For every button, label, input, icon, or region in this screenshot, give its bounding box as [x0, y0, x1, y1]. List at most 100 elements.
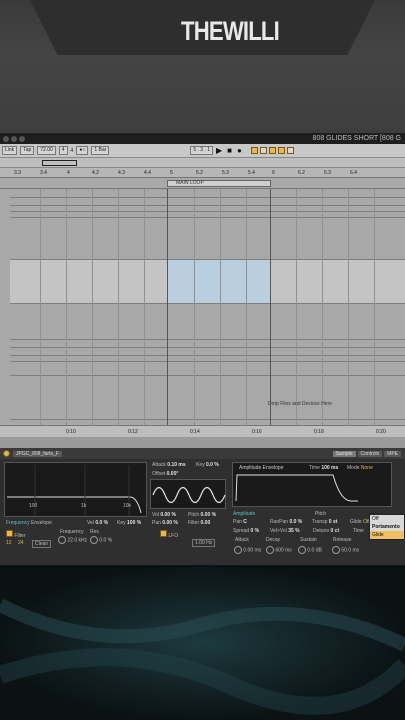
control-bar: Link Tap 72.00 4 4 ●○ 1 Bar 5 . 3 . 1 ▶ … [0, 144, 405, 158]
osc-key[interactable]: Key 0.0 % [196, 462, 219, 468]
amp-pan[interactable]: Pan C [233, 519, 247, 525]
simpler-device: JPGC_808_farts_F Sample Controls MPE 100… [0, 448, 405, 565]
metronome-button[interactable]: ●○ [76, 146, 89, 155]
attack-knob[interactable]: 0.00 ms [234, 546, 261, 554]
glide-mode-menu[interactable]: Off Portamento Glide [369, 514, 405, 540]
time-tick: 0:12 [128, 429, 138, 435]
amp-attack[interactable]: Attack [235, 537, 249, 543]
osc-filter[interactable]: Filter 0.00 [188, 520, 210, 526]
filter-vel[interactable]: Vel 0.0 % [87, 520, 108, 526]
record-icon[interactable]: ● [237, 146, 242, 155]
amp-detune[interactable]: Detune 0 ct [313, 528, 339, 534]
draw-mode-button[interactable] [277, 147, 285, 154]
ruler-tick: 4.3 [118, 170, 125, 176]
amp-decay[interactable]: Decay [266, 537, 280, 543]
amp-transp[interactable]: Transp 0 st [312, 519, 337, 525]
filter-key[interactable]: Key 100 % [117, 520, 141, 526]
time-tick: 0:16 [252, 429, 262, 435]
punch-in-button[interactable] [268, 147, 276, 154]
play-icon[interactable]: ▶ [216, 146, 222, 155]
osc-pan[interactable]: Pan 0.00 % [152, 520, 178, 526]
amp-mode[interactable]: Mode None [347, 465, 373, 471]
ruler-tick: 6.3 [324, 170, 331, 176]
tap-button[interactable]: Tap [20, 146, 35, 155]
amp-glide[interactable]: Glide Off [350, 519, 370, 525]
amp-sustain[interactable]: Sustain [300, 537, 317, 543]
time-tick: 0:10 [66, 429, 76, 435]
follow-button[interactable] [286, 147, 294, 154]
ruler-tick: 5.2 [196, 170, 203, 176]
ruler-tick: 5.4 [248, 170, 255, 176]
time-tick: 0:14 [190, 429, 200, 435]
osc-offset[interactable]: Offset 0.00° [152, 471, 178, 477]
top-banner: THEWILLI [0, 0, 405, 135]
device-power-button[interactable] [3, 450, 10, 457]
ruler-tick: 4 [67, 170, 70, 176]
abstract-background [0, 565, 405, 720]
lfo-display[interactable] [150, 479, 226, 509]
amp-time[interactable]: Time 100 ms [309, 465, 338, 471]
osc-pitch[interactable]: Pitch 0.00 % [188, 512, 216, 518]
automation-arm-button[interactable] [250, 147, 258, 154]
lfo-rate[interactable]: 1.00 Hz [192, 539, 216, 547]
stop-icon[interactable]: ■ [227, 146, 232, 155]
overview-window[interactable] [42, 160, 77, 166]
ruler-tick: 5 [170, 170, 173, 176]
title-bar: 808 GLIDES SHORT [808 G [0, 133, 405, 144]
ruler-tick: 4.4 [144, 170, 151, 176]
ruler-tick: 3.4 [40, 170, 47, 176]
amp-pitch-toggle[interactable]: Pitch [315, 511, 326, 517]
glide-option-portamento[interactable]: Portamento [370, 523, 404, 531]
ruler-tick: 4.2 [92, 170, 99, 176]
time-ruler[interactable]: 0:10 0:12 0:14 0:16 0:18 0:20 [0, 425, 405, 437]
slope-24-button[interactable]: 24 [18, 540, 24, 546]
frequency-label: Frequency [60, 529, 84, 535]
link-button[interactable]: Link [2, 146, 18, 155]
osc-attack[interactable]: Attack 0.10 ms [152, 462, 186, 468]
beat-ruler[interactable]: 3.3 3.4 4 4.2 4.3 4.4 5 5.2 5.3 5.4 6 6.… [0, 168, 405, 178]
amp-release[interactable]: Release [333, 537, 351, 543]
loop-region[interactable]: MAIN LOOP [167, 180, 271, 187]
ruler-tick: 6 [272, 170, 275, 176]
tab-controls[interactable]: Controls [357, 450, 383, 457]
osc-vol[interactable]: Vol 0.00 % [152, 512, 176, 518]
amp-velvol[interactable]: Vel>Vol 35 % [270, 528, 300, 534]
decay-knob[interactable]: 600 ms [266, 546, 292, 554]
background-video [0, 565, 405, 720]
song-position[interactable]: 5 . 3 . 1 [190, 146, 214, 155]
slope-12-button[interactable]: 12 [6, 540, 12, 546]
release-knob[interactable]: 50.0 ms [332, 546, 359, 554]
amp-spread[interactable]: Spread 0 % [233, 528, 259, 534]
glide-option-off[interactable]: Off [370, 515, 404, 523]
amp-time2[interactable]: Time [353, 528, 364, 534]
amp-envelope-display[interactable]: Amplitude Envelope Time 100 ms Mode None [232, 462, 392, 507]
signature-numerator[interactable]: 4 [58, 146, 68, 155]
arrangement-grid[interactable]: Drop Files and Devices Here [0, 189, 405, 425]
quantize-select[interactable]: 1 Bar [91, 146, 110, 155]
amp-ranpan[interactable]: RanPan 0.0 % [270, 519, 302, 525]
signature-denominator[interactable]: 4 [71, 148, 74, 154]
filter-curve [7, 465, 142, 516]
time-tick: 0:20 [376, 429, 386, 435]
channel-logo: THEWILLI [181, 16, 280, 46]
filter-type-select[interactable]: Clean [32, 540, 52, 548]
lfo-toggle[interactable]: LFO [160, 530, 178, 539]
time-tick: 0:18 [314, 429, 324, 435]
amp-amplitude-toggle[interactable]: Amplitude [233, 511, 255, 517]
glide-option-glide[interactable]: Glide [370, 531, 404, 539]
filter-display[interactable]: 100 1k 10k [4, 462, 147, 517]
frequency-mod-label: Frequency Envelope [6, 520, 52, 526]
frequency-knob[interactable]: 22.0 kHz [58, 536, 87, 544]
sample-name[interactable]: JPGC_808_farts_F [13, 450, 62, 457]
loop-switch-button[interactable] [259, 147, 267, 154]
filter-toggle[interactable]: Filter [6, 530, 26, 539]
tempo-field[interactable]: 72.00 [37, 146, 56, 155]
sustain-knob[interactable]: 0.0 dB [298, 546, 322, 554]
selected-region[interactable] [168, 259, 270, 303]
arrangement-overview[interactable] [0, 158, 405, 168]
res-knob[interactable]: 0.0 % [90, 536, 112, 544]
device-header: JPGC_808_farts_F Sample Controls MPE [0, 448, 405, 459]
tab-mpe[interactable]: MPE [384, 450, 401, 457]
loop-bar[interactable]: MAIN LOOP [0, 178, 405, 189]
tab-sample[interactable]: Sample [332, 450, 356, 457]
